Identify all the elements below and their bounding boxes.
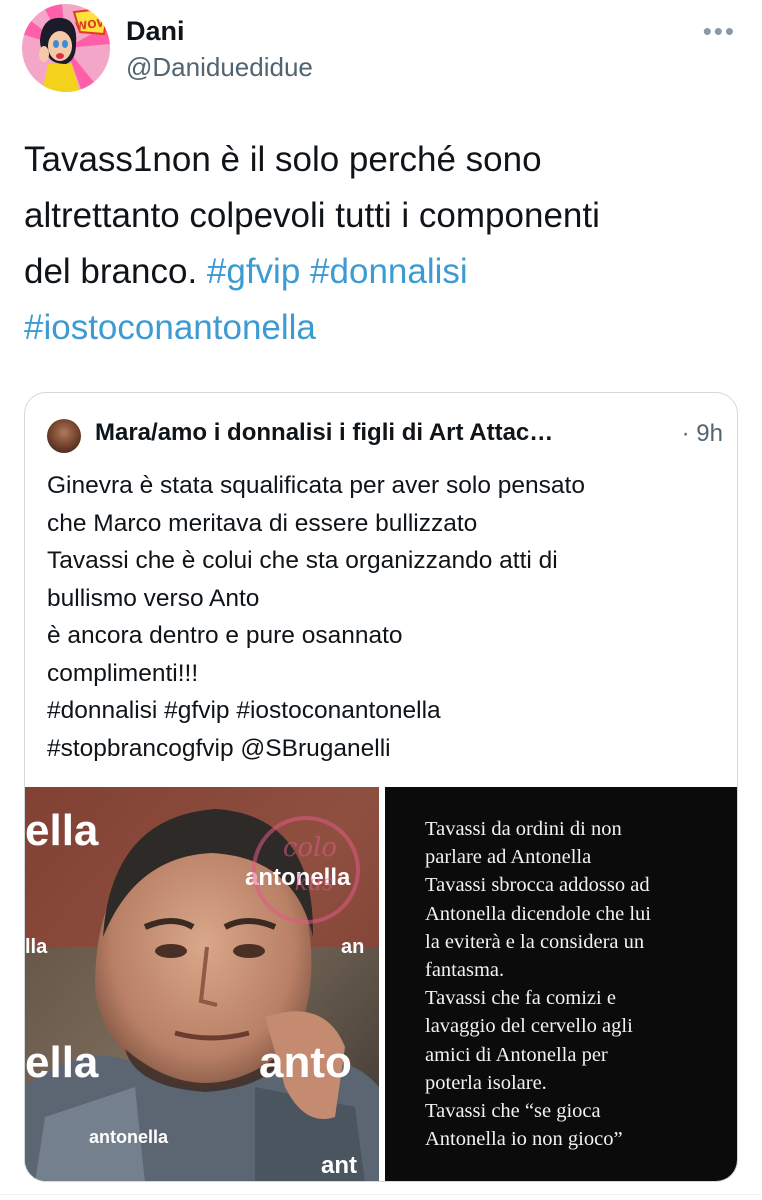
quoted-tweet-header: Mara/amo i donnalisi i figli di Art Atta… xyxy=(47,417,727,453)
author-handle[interactable]: @Daniduedidue xyxy=(126,52,313,83)
overlay-word: ella xyxy=(25,806,99,855)
quoted-line: complimenti!!! xyxy=(47,659,199,687)
overlay-word: antonella xyxy=(89,1127,169,1147)
watermark-logo: colo kus xyxy=(252,816,360,924)
overlay-word: an xyxy=(341,936,364,958)
tweet-line-text: altrettanto colpevoli tutti i componenti xyxy=(24,196,600,235)
story-line: la eviterà e la considera un xyxy=(425,930,645,953)
quoted-tweet[interactable]: Mara/amo i donnalisi i figli di Art Atta… xyxy=(24,392,738,1182)
story-line: Tavassi da ordini di non xyxy=(425,818,622,840)
hashtag-link[interactable]: #iostoconantonella xyxy=(24,308,316,347)
media-story-screenshot[interactable]: Tavassi da ordini di non parlare ad Anto… xyxy=(385,787,737,1181)
more-options-icon[interactable]: ••• xyxy=(703,16,736,47)
story-line: Tavassi che fa comizi e xyxy=(425,987,616,1010)
divider xyxy=(0,1194,762,1195)
story-line: amici di Antonella per xyxy=(425,1043,608,1066)
story-line: Tavassi che “se gioca xyxy=(425,1100,601,1123)
quoted-line: bullismo verso Anto xyxy=(47,584,260,612)
story-line: Tavassi sbrocca addosso ad xyxy=(425,874,650,897)
tweet-line-text: del branco. xyxy=(24,252,207,291)
tweet-header: WOW Dani @Daniduedidue ••• xyxy=(22,4,740,92)
quoted-timestamp[interactable]: · 9h xyxy=(682,420,723,448)
quoted-line: che Marco meritava di essere bullizzato xyxy=(47,509,478,537)
overlay-word: ella xyxy=(25,1038,99,1087)
overlay-word: lla xyxy=(25,936,48,958)
story-line: poterla isolare. xyxy=(425,1071,547,1094)
tweet-line-text: Tavass1non è il solo perché sono xyxy=(24,140,542,179)
tweet-line: Tavass1non è il solo perché sono xyxy=(24,132,738,188)
quoted-hashtags: #donnalisi #gfvip #iostoconantonella xyxy=(47,697,441,724)
story-line: Antonella io non gioco” xyxy=(425,1128,623,1151)
author-name[interactable]: Dani xyxy=(126,16,185,47)
watermark-text: kus xyxy=(295,871,334,896)
tweet-body: Tavass1non è il solo perché sono altrett… xyxy=(24,132,738,356)
hashtag-link[interactable]: #donnalisi xyxy=(310,252,468,291)
story-line: Antonella dicendole che lui xyxy=(425,902,651,925)
watermark-text: colo xyxy=(283,833,337,863)
quoted-author-avatar[interactable] xyxy=(47,419,81,453)
hashtag-link[interactable]: #gfvip xyxy=(207,252,300,291)
author-avatar[interactable]: WOW xyxy=(22,4,110,92)
quoted-line: Ginevra è stata squalificata per aver so… xyxy=(47,472,585,499)
overlay-word: ant xyxy=(321,1152,357,1179)
story-line: parlare ad Antonella xyxy=(425,846,592,869)
story-text: Tavassi da ordini di non parlare ad Anto… xyxy=(425,815,735,1153)
quoted-author-name[interactable]: Mara/amo i donnalisi i figli di Art Atta… xyxy=(95,419,553,447)
tweet-line: #iostoconantonella xyxy=(24,300,738,356)
quoted-line: Tavassi che è colui che sta organizzando… xyxy=(47,547,558,574)
quoted-tweet-body: Ginevra è stata squalificata per aver so… xyxy=(47,467,727,767)
avatar-illustration: WOW xyxy=(22,4,110,92)
story-line: lavaggio del cervello agli xyxy=(425,1015,633,1038)
tweet-line: del branco. #gfvip #donnalisi xyxy=(24,244,738,300)
quoted-hashtags: #stopbrancogfvip @SBruganelli xyxy=(47,734,391,762)
quoted-line: è ancora dentro e pure osannato xyxy=(47,622,403,649)
overlay-word: anto xyxy=(259,1038,352,1087)
story-line: fantasma. xyxy=(425,959,505,982)
tweet-line: altrettanto colpevoli tutti i componenti xyxy=(24,188,738,244)
